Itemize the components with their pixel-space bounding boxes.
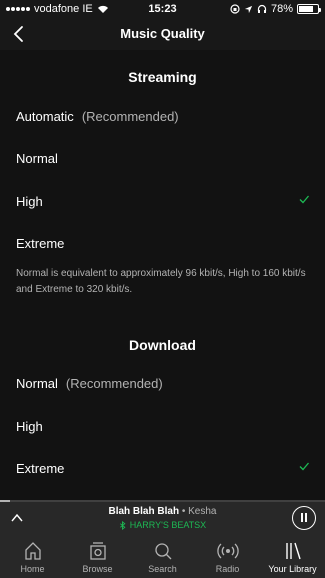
download-option-normal[interactable]: Normal (Recommended)	[16, 373, 316, 393]
location-icon	[244, 5, 253, 13]
tab-home[interactable]: Home	[0, 534, 65, 578]
status-bar: vodafone IE 15:23 78%	[0, 0, 325, 18]
tab-bar: Home Browse Search Radio Your Library	[0, 534, 325, 578]
option-label: Extreme	[16, 235, 65, 251]
device-name: HARRY'S BEATSX	[129, 520, 207, 530]
playback-progress-bar	[0, 500, 10, 502]
download-option-high[interactable]: High	[16, 416, 316, 436]
tab-browse[interactable]: Browse	[65, 534, 130, 578]
browse-icon	[89, 542, 106, 560]
bluetooth-icon	[119, 520, 126, 530]
check-icon	[299, 462, 309, 471]
option-label: Extreme	[16, 460, 65, 476]
streaming-option-extreme[interactable]: Extreme	[16, 233, 316, 253]
battery-icon	[297, 4, 321, 14]
home-icon	[24, 542, 41, 560]
page-title: Music Quality	[120, 26, 205, 41]
check-icon	[299, 195, 309, 204]
chevron-up-icon[interactable]	[10, 511, 24, 525]
download-section-title: Download	[129, 337, 196, 353]
mini-player[interactable]: Blah Blah Blah • Kesha HARRY'S BEATSX	[0, 500, 325, 534]
tab-label: Search	[148, 564, 177, 574]
tab-label: Home	[20, 564, 45, 574]
option-label: Normal	[16, 150, 58, 166]
option-label: High	[16, 193, 43, 209]
track-artist: Kesha	[188, 506, 217, 517]
streaming-option-automatic[interactable]: Automatic (Recommended)	[16, 106, 316, 126]
download-option-extreme[interactable]: Extreme	[16, 458, 316, 478]
tab-radio[interactable]: Radio	[195, 534, 260, 578]
option-label: Automatic	[16, 108, 74, 124]
tab-your-library[interactable]: Your Library	[260, 534, 325, 578]
tab-search[interactable]: Search	[130, 534, 195, 578]
battery-fill	[299, 6, 314, 12]
streaming-option-high[interactable]: High	[16, 191, 316, 211]
lock-rotation-icon	[230, 4, 240, 14]
option-recommended-note: (Recommended)	[81, 108, 179, 124]
connected-device[interactable]: HARRY'S BEATSX	[60, 520, 265, 530]
library-icon	[285, 542, 301, 560]
track-separator: •	[181, 506, 186, 517]
track-title: Blah Blah Blah	[108, 506, 180, 517]
quality-description: Normal is equivalent to approximately 96…	[16, 268, 306, 295]
streaming-option-normal[interactable]: Normal	[16, 148, 316, 168]
pause-button[interactable]	[292, 506, 316, 530]
tab-label: Radio	[215, 564, 240, 574]
option-label: High	[16, 418, 43, 434]
streaming-section-title: Streaming	[128, 69, 197, 85]
headphones-icon	[257, 4, 267, 13]
option-recommended-note: (Recommended)	[65, 375, 163, 391]
tab-label: Browse	[82, 564, 113, 574]
search-icon	[154, 543, 171, 560]
option-label: Normal	[16, 375, 58, 391]
status-right: 78%	[230, 3, 321, 15]
radio-icon	[216, 543, 239, 559]
now-playing-track: Blah Blah Blah • Kesha	[60, 506, 265, 517]
battery-percent: 78%	[270, 3, 293, 15]
tab-label: Your Library	[268, 564, 317, 574]
header: Music Quality	[0, 18, 325, 50]
